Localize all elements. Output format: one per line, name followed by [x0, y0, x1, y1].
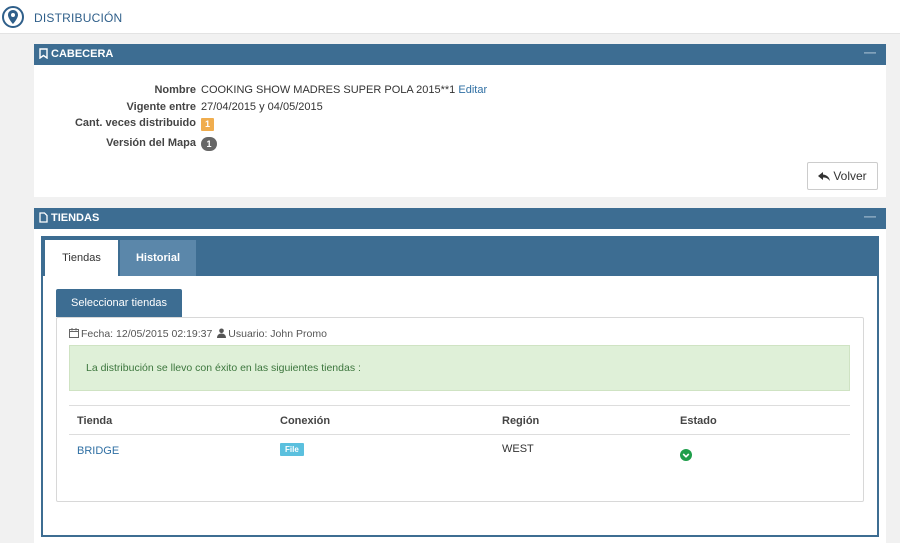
field-value: 1: [201, 137, 217, 151]
page-title: DISTRIBUCIÓN: [34, 11, 123, 25]
user-icon: [217, 328, 227, 338]
map-pin-icon: [2, 6, 24, 28]
usuario-text: Usuario: John Promo: [228, 328, 327, 340]
field-vigente: Vigente entre 27/04/2015 y 04/05/2015: [34, 101, 886, 117]
cabecera-title: CABECERA: [51, 48, 114, 60]
cabecera-panel-header[interactable]: CABECERA —: [34, 44, 886, 65]
tab-container: Tiendas Historial Seleccionar tiendas Fe…: [41, 236, 879, 537]
collapse-icon[interactable]: —: [864, 209, 876, 223]
column-header: Tienda: [77, 415, 113, 427]
edit-link[interactable]: Editar: [458, 84, 487, 96]
bookmark-icon: [39, 48, 48, 59]
tab-historial[interactable]: Historial: [120, 240, 196, 276]
back-button-label: Volver: [833, 169, 867, 183]
connection-cell: File: [280, 443, 304, 456]
column-header: Estado: [680, 415, 717, 427]
page-header: DISTRIBUCIÓN: [0, 0, 900, 34]
distribution-result-box: Fecha: 12/05/2015 02:19:37 Usuario: John…: [56, 317, 864, 502]
version-badge: 1: [201, 137, 217, 151]
back-button[interactable]: Volver: [807, 162, 878, 190]
success-alert: La distribución se llevo con éxito en la…: [69, 345, 850, 391]
store-name-link[interactable]: BRIDGE: [77, 445, 119, 457]
field-label: Nombre: [154, 84, 196, 96]
calendar-icon: [69, 328, 79, 338]
tiendas-panel: TIENDAS — Tiendas Historial Seleccionar …: [34, 208, 886, 543]
tiendas-title: TIENDAS: [51, 212, 100, 224]
field-version: Versión del Mapa 1: [34, 137, 886, 153]
field-nombre: Nombre COOKING SHOW MADRES SUPER POLA 20…: [34, 84, 886, 100]
distribution-meta: Fecha: 12/05/2015 02:19:37 Usuario: John…: [69, 328, 327, 340]
field-cant-veces: Cant. veces distribuido 1: [34, 117, 886, 133]
field-label: Vigente entre: [126, 101, 197, 113]
field-value: 1: [201, 118, 215, 131]
connection-badge: File: [280, 443, 304, 456]
status-ok-icon: [680, 449, 692, 464]
tab-bar: Tiendas Historial: [43, 238, 877, 276]
table-header: Tienda Conexión Región Estado: [69, 405, 850, 435]
column-header: Región: [502, 415, 540, 427]
cabecera-panel: CABECERA — Nombre COOKING SHOW MADRES SU…: [34, 44, 886, 197]
file-icon: [39, 212, 48, 223]
tab-tiendas[interactable]: Tiendas: [45, 240, 118, 276]
tiendas-panel-header[interactable]: TIENDAS —: [34, 208, 886, 229]
select-stores-button[interactable]: Seleccionar tiendas: [56, 289, 182, 317]
nombre-value: COOKING SHOW MADRES SUPER POLA 2015**1: [201, 84, 456, 96]
field-label: Versión del Mapa: [106, 137, 196, 149]
reply-icon: [818, 172, 831, 181]
count-badge: 1: [201, 118, 215, 131]
fecha-text: Fecha: 12/05/2015 02:19:37: [81, 328, 213, 340]
region-cell: WEST: [502, 443, 534, 455]
field-value: COOKING SHOW MADRES SUPER POLA 2015**1 E…: [201, 84, 487, 96]
field-label: Cant. veces distribuido: [74, 117, 196, 129]
vigente-value: 27/04/2015 y 04/05/2015: [201, 101, 323, 113]
collapse-icon[interactable]: —: [864, 45, 876, 59]
column-header: Conexión: [280, 415, 331, 427]
